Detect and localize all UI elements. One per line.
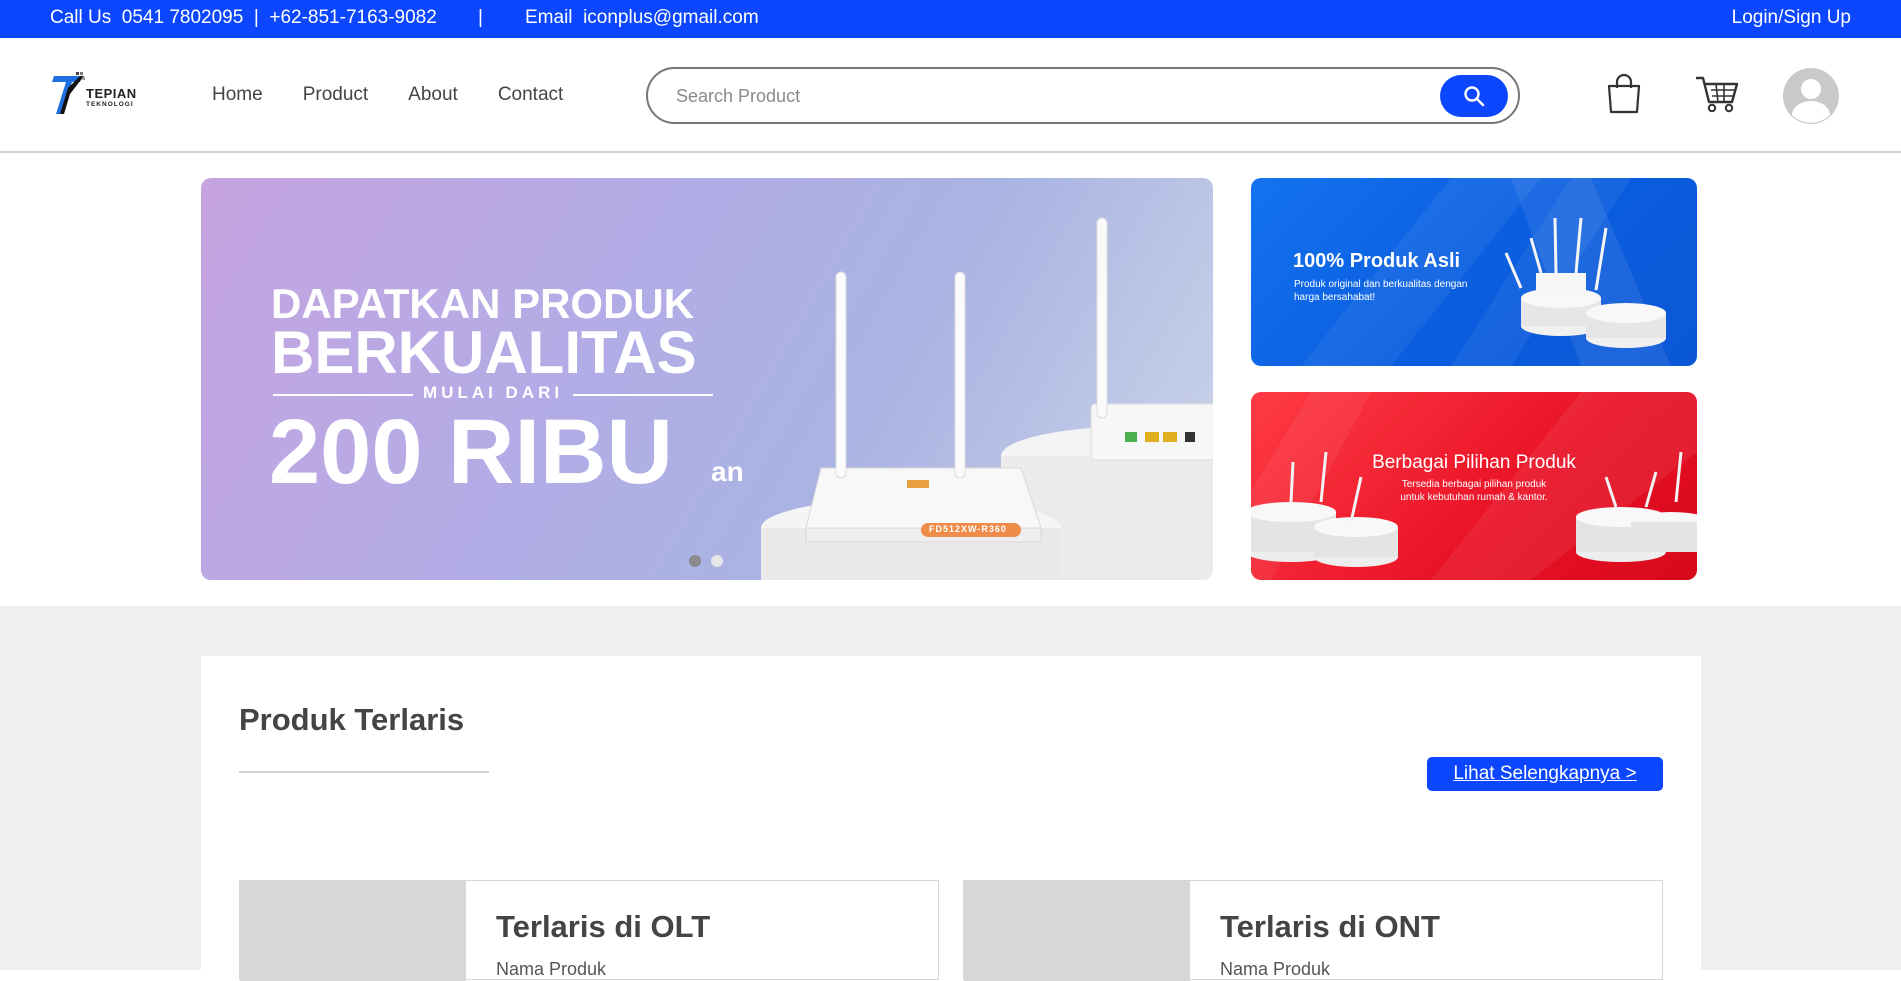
hero-price-suffix: an [711, 456, 744, 487]
bestseller-title: Produk Terlaris [239, 702, 465, 737]
logo-brand-name: TEPIAN [86, 86, 137, 101]
hero-price: 200 RIBU [269, 401, 673, 503]
cart-button[interactable] [1694, 74, 1740, 119]
banner-variety-subtitle: Tersedia berbagai pilihan produk untuk k… [1400, 479, 1548, 503]
hero-divider-line-left [273, 394, 413, 396]
hero-carousel[interactable]: DAPATKAN PRODUK BERKUALITAS MULAI DARI 2… [201, 178, 1213, 580]
search-bar [646, 67, 1520, 124]
promo-banner-original[interactable]: 100% Produk Asli Produk original dan ber… [1251, 178, 1697, 366]
router-model-label: FD512XW-R360 [929, 524, 1007, 534]
user-avatar-button[interactable] [1783, 68, 1839, 129]
bestseller-title-underline [239, 771, 489, 773]
see-more-button[interactable]: Lihat Selengkapnya > [1427, 757, 1663, 791]
banner-original-subtitle: Produk original dan berkualitas dengan h… [1294, 279, 1468, 303]
search-button[interactable] [1440, 75, 1508, 117]
main-header: TEPIAN TEKNOLOGI Home Product About Cont… [0, 38, 1901, 153]
top-contact-bar: Call Us 0541 7802095 | +62-851-7163-9082… [0, 0, 1901, 38]
shopping-bag-icon [1607, 73, 1641, 114]
main-nav: Home Product About Contact [212, 84, 563, 106]
login-signup-link[interactable]: Login/Sign Up [1732, 7, 1851, 29]
topbar-separator: | [478, 7, 483, 28]
shopping-bag-button[interactable] [1604, 72, 1644, 121]
category-thumbnail [964, 881, 1190, 981]
nav-home[interactable]: Home [212, 84, 263, 106]
logo-mark-icon [52, 72, 85, 114]
category-thumbnail [240, 881, 466, 981]
site-logo[interactable]: TEPIAN TEKNOLOGI [52, 72, 152, 120]
banner-variety-title: Berbagai Pilihan Produk [1372, 452, 1576, 473]
search-icon [1464, 86, 1485, 107]
contact-phone-text: Call Us 0541 7802095 | +62-851-7163-9082 [50, 7, 437, 28]
category-title-olt: Terlaris di OLT [496, 909, 711, 944]
carousel-dot-2[interactable] [711, 555, 723, 567]
carousel-dot-1[interactable] [689, 555, 701, 567]
search-input[interactable] [676, 83, 1436, 109]
user-avatar-icon [1783, 68, 1839, 124]
bestseller-card: Produk Terlaris Lihat Selengkapnya > Ter… [201, 656, 1701, 981]
nav-product[interactable]: Product [303, 84, 368, 106]
banner-original-title: 100% Produk Asli [1293, 250, 1461, 272]
category-card-olt[interactable]: Terlaris di OLT Nama Produk [239, 880, 939, 981]
cart-icon [1696, 76, 1739, 113]
category-title-ont: Terlaris di ONT [1220, 909, 1440, 944]
contact-email-text: Email iconplus@gmail.com [525, 7, 759, 28]
hero-divider-line-right [573, 394, 713, 396]
nav-contact[interactable]: Contact [498, 84, 563, 106]
nav-about[interactable]: About [408, 84, 458, 106]
hero-headline-2: BERKUALITAS [271, 319, 697, 386]
category-card-ont[interactable]: Terlaris di ONT Nama Produk [963, 880, 1663, 981]
promo-banner-variety[interactable]: Berbagai Pilihan Produk Tersedia berbaga… [1251, 392, 1697, 580]
carousel-indicators [689, 555, 723, 567]
logo-brand-subtitle: TEKNOLOGI [86, 101, 134, 108]
